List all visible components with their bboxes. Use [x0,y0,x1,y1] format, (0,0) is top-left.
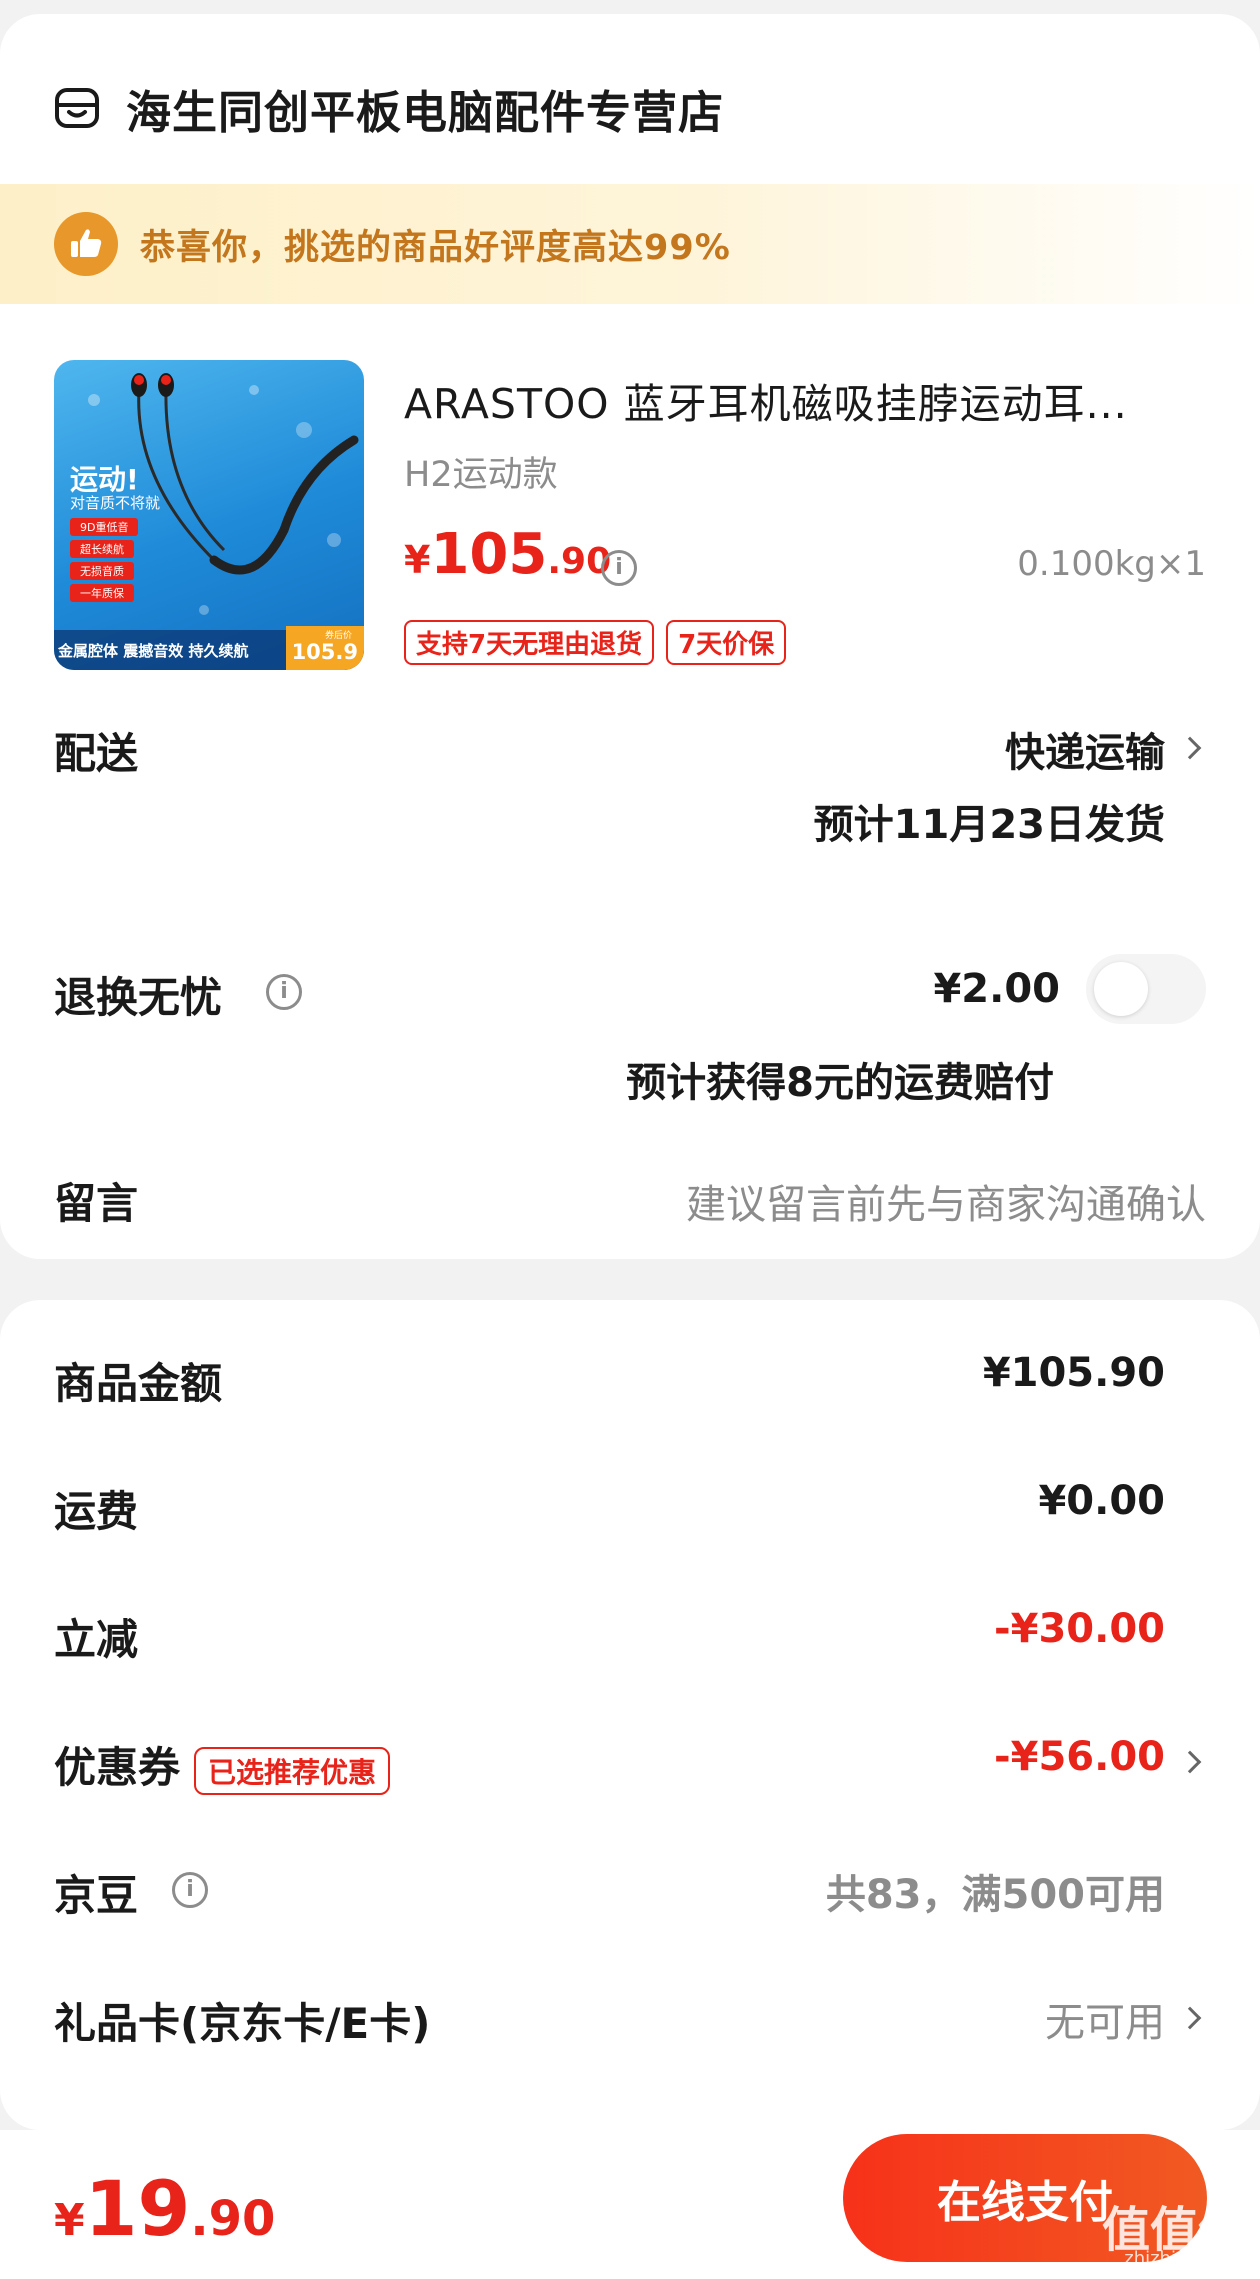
tag-price-protect: 7天价保 [666,620,787,665]
toggle-knob [1094,962,1148,1016]
delivery-method[interactable]: 快递运输 [1005,720,1165,778]
chevron-right-icon[interactable] [1178,2006,1202,2030]
coupon-label-group: 优惠券 已选推荐优惠 [54,1734,391,1795]
gift-card-row[interactable]: 礼品卡(京东卡/E卡) 无可用 [0,1976,1260,2056]
return-service-toggle[interactable] [1086,954,1206,1024]
shipping-row: 运费 ¥0.00 [0,1464,1260,1544]
total-price: ¥ 19 .90 [54,2164,275,2253]
total-integer: 19 [84,2164,191,2253]
store-header[interactable]: 海生同创平板电脑配件专营店 [54,78,725,139]
thumbs-up-icon [54,212,118,276]
price-integer: 105 [430,522,548,587]
product-weight: 0.100kg×1 [1017,544,1206,584]
chevron-right-icon[interactable] [1178,1750,1202,1774]
goods-amount-value: ¥105.90 [982,1350,1165,1396]
jd-beans-info-icon[interactable]: i [172,1872,208,1908]
store-card: 海生同创平板电脑配件专营店 恭喜你，挑选的商品好评度高达99% 运动! 对音质不… [0,14,1260,1259]
image-price-badge: 105.9 [291,640,358,664]
return-service-price: ¥2.00 [933,966,1060,1012]
instant-discount-value: -¥30.00 [994,1606,1165,1652]
gift-card-label: 礼品卡(京东卡/E卡) [54,1999,431,2048]
product-variant: H2运动款 [404,455,558,495]
goods-amount-row: 商品金额 ¥105.90 [0,1336,1260,1416]
image-feature-4: 一年质保 [70,584,134,602]
service-tags: 支持7天无理由退货 7天价保 [404,620,798,665]
coupon-label: 优惠券 [54,1743,181,1792]
shipping-label: 运费 [54,1487,139,1536]
return-service-label: 退换无忧 [54,973,223,1022]
jd-beans-label: 京豆 [54,1871,139,1920]
instant-discount-row: 立减 -¥30.00 [0,1592,1260,1672]
product-price: ¥ 105 .90 [404,522,611,587]
praise-banner: 恭喜你，挑选的商品好评度高达99% [0,184,1260,304]
image-bottom-text: 金属腔体 震撼音效 持久续航 [58,642,249,660]
coupon-row[interactable]: 优惠券 已选推荐优惠 -¥56.00 [0,1720,1260,1800]
watermark-sub: zhizhizhi.com [1124,2248,1246,2269]
gift-card-value[interactable]: 无可用 [1045,1990,1165,2048]
delivery-eta: 预计11月23日发货 [813,802,1165,848]
price-summary-card: 商品金额 ¥105.90 运费 ¥0.00 立减 -¥30.00 优惠券 已选推荐… [0,1300,1260,2130]
message-label: 留言 [54,1179,139,1228]
total-decimal: .90 [190,2191,276,2247]
delivery-label: 配送 [54,729,139,778]
price-info-icon[interactable]: i [601,550,637,586]
coupon-badge: 已选推荐优惠 [194,1746,391,1795]
return-service-note: 预计获得8元的运费赔付 [626,1060,1054,1106]
total-symbol: ¥ [54,2195,85,2246]
store-icon [55,88,99,128]
product-image[interactable]: 运动! 对音质不将就 9D重低音 超长续航 无损音质 一年质保 金属腔体 震撼音… [54,360,364,670]
image-feature-1: 9D重低音 [70,518,139,536]
chevron-right-icon[interactable] [1178,736,1202,760]
goods-amount-label: 商品金额 [54,1359,223,1408]
instant-discount-label: 立减 [54,1615,139,1664]
price-symbol: ¥ [404,538,431,582]
message-input[interactable]: 建议留言前先与商家沟通确认 [686,1172,1206,1230]
shipping-value: ¥0.00 [1038,1478,1165,1524]
image-feature-2: 超长续航 [70,540,134,558]
return-info-icon[interactable]: i [266,974,302,1010]
image-subline: 对音质不将就 [70,494,161,512]
jd-beans-row: 京豆 i 共83，满500可用 [0,1848,1260,1928]
store-name: 海生同创平板电脑配件专营店 [126,85,725,139]
tag-7day-return: 支持7天无理由退货 [404,620,655,665]
praise-text: 恭喜你，挑选的商品好评度高达99% [140,227,731,268]
coupon-value[interactable]: -¥56.00 [994,1734,1165,1780]
image-feature-3: 无损音质 [70,562,134,580]
product-title[interactable]: ARASTOO 蓝牙耳机磁吸挂脖运动耳... [404,370,1204,430]
jd-beans-value: 共83，满500可用 [825,1872,1165,1918]
